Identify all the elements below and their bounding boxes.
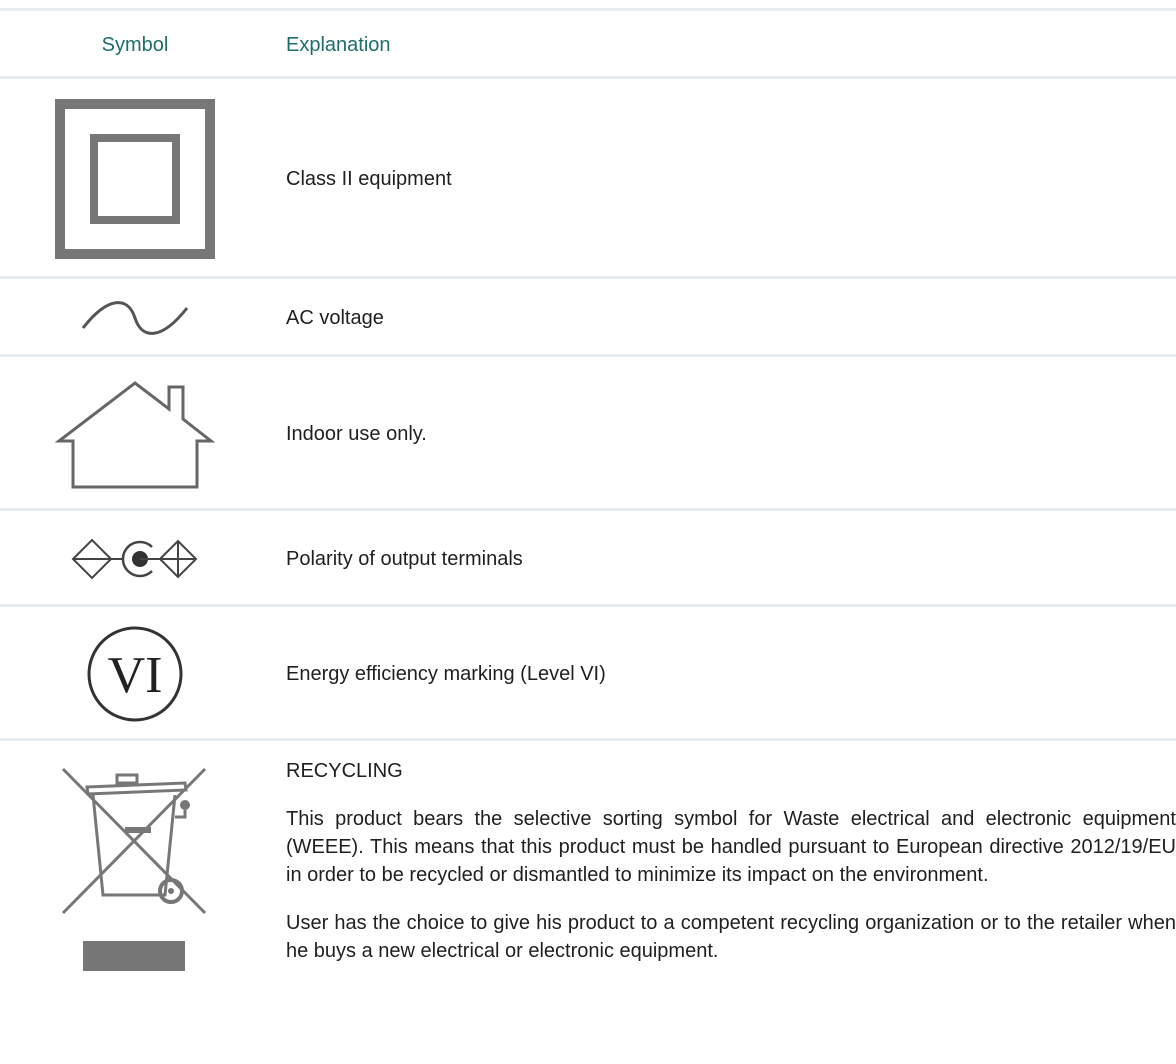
explanation-cell: Indoor use only. [286, 422, 427, 445]
table-row: VI Energy efficiency marking (Level VI) [0, 604, 1176, 741]
symbol-cell: VI [0, 607, 270, 741]
table-header: Symbol Explanation [0, 8, 1176, 79]
header-symbol: Symbol [101, 33, 169, 56]
table-row: RECYCLING This product bears the selecti… [0, 738, 1176, 1064]
explanation-cell: Energy efficiency marking (Level VI) [286, 662, 606, 685]
recycling-paragraph-2: User has the choice to give his product … [286, 912, 1176, 962]
explanation-cell: Polarity of output terminals [286, 547, 523, 570]
table-row: Polarity of output terminals [0, 508, 1176, 607]
recycling-title: RECYCLING [286, 760, 403, 782]
sine-wave-icon [81, 301, 189, 335]
house-icon [55, 381, 215, 489]
recycling-paragraph-1: This product bears the selective sorting… [286, 808, 1176, 886]
header-explanation: Explanation [286, 33, 391, 56]
symbol-cell [0, 357, 270, 511]
table-row: Class II equipment [0, 76, 1176, 279]
polarity-icon [71, 538, 198, 580]
symbol-cell [0, 79, 270, 279]
symbol-cell [0, 511, 270, 607]
double-square-icon [55, 99, 215, 259]
explanation-cell: AC voltage [286, 306, 384, 329]
symbol-cell [0, 741, 270, 1064]
recycling-explanation: RECYCLING This product bears the selecti… [286, 757, 1176, 985]
table-row: AC voltage [0, 276, 1176, 357]
symbol-cell [0, 279, 270, 357]
table-row: Indoor use only. [0, 354, 1176, 511]
energy-vi-label: VI [108, 647, 163, 704]
energy-vi-icon: VI [87, 626, 183, 722]
crossed-bin-icon [61, 767, 207, 971]
explanation-cell: Class II equipment [286, 167, 452, 190]
